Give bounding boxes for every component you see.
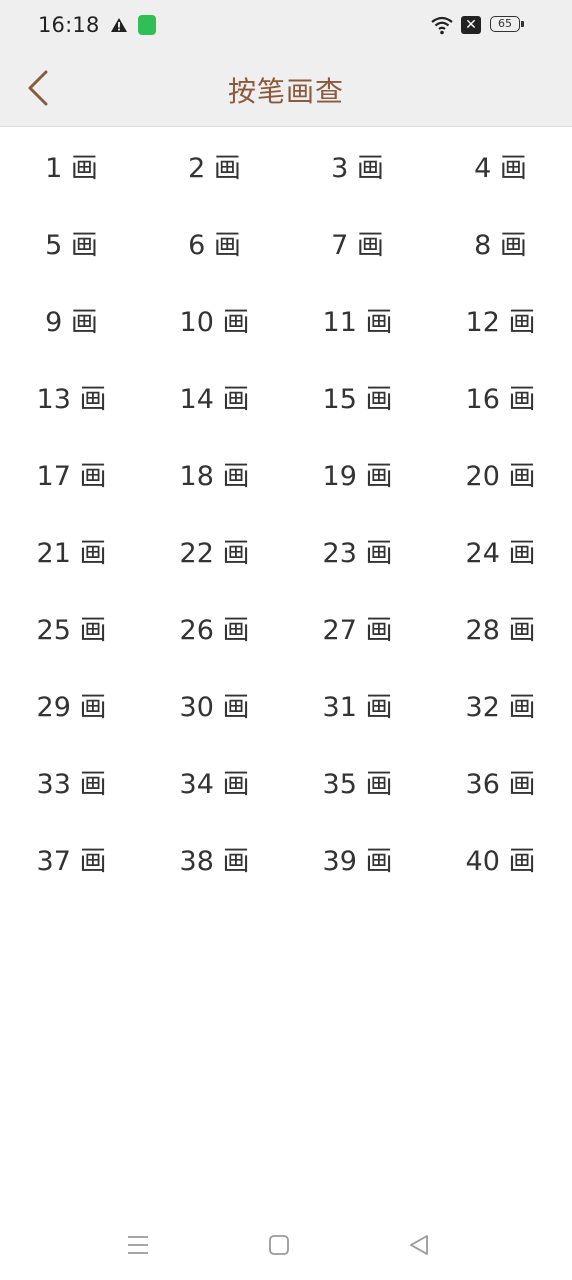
- stroke-item[interactable]: 27 画: [286, 589, 429, 666]
- header-bar: 按笔画查: [0, 52, 572, 127]
- grid-row: 13 画 14 画 15 画 16 画: [0, 358, 572, 435]
- stroke-item[interactable]: 29 画: [0, 666, 143, 743]
- stroke-item[interactable]: 19 画: [286, 435, 429, 512]
- stroke-item[interactable]: 31 画: [286, 666, 429, 743]
- grid-row: 17 画 18 画 19 画 20 画: [0, 435, 572, 512]
- stroke-item[interactable]: 17 画: [0, 435, 143, 512]
- grid-row: 37 画 38 画 39 画 40 画: [0, 820, 572, 897]
- stroke-item[interactable]: 37 画: [0, 820, 143, 897]
- grid-row: 25 画 26 画 27 画 28 画: [0, 589, 572, 666]
- grid-row: 21 画 22 画 23 画 24 画: [0, 512, 572, 589]
- stroke-item[interactable]: 15 画: [286, 358, 429, 435]
- stroke-item[interactable]: 28 画: [429, 589, 572, 666]
- wifi-icon: [431, 16, 453, 35]
- battery-level: 65: [498, 17, 512, 30]
- status-bar: 16:18 ✕ 65: [0, 0, 572, 52]
- stroke-item[interactable]: 1 画: [0, 127, 143, 204]
- stroke-item[interactable]: 10 画: [143, 281, 286, 358]
- system-nav-bar: [0, 1210, 572, 1280]
- sim-card-icon: [138, 15, 156, 35]
- stroke-item[interactable]: 18 画: [143, 435, 286, 512]
- stroke-item[interactable]: 32 画: [429, 666, 572, 743]
- stroke-item[interactable]: 12 画: [429, 281, 572, 358]
- stroke-item[interactable]: 23 画: [286, 512, 429, 589]
- stroke-item[interactable]: 9 画: [0, 281, 143, 358]
- stroke-item[interactable]: 34 画: [143, 743, 286, 820]
- battery-icon: 65: [490, 16, 524, 32]
- grid-row: 33 画 34 画 35 画 36 画: [0, 743, 572, 820]
- stroke-item[interactable]: 2 画: [143, 127, 286, 204]
- stroke-item[interactable]: 3 画: [286, 127, 429, 204]
- stroke-item[interactable]: 7 画: [286, 204, 429, 281]
- menu-icon[interactable]: [125, 1232, 151, 1258]
- stroke-item[interactable]: 8 画: [429, 204, 572, 281]
- stroke-item[interactable]: 36 画: [429, 743, 572, 820]
- stroke-item[interactable]: 39 画: [286, 820, 429, 897]
- stroke-item[interactable]: 11 画: [286, 281, 429, 358]
- stroke-item[interactable]: 24 画: [429, 512, 572, 589]
- stroke-item[interactable]: 14 画: [143, 358, 286, 435]
- grid-row: 29 画 30 画 31 画 32 画: [0, 666, 572, 743]
- no-sim-icon: ✕: [461, 16, 481, 34]
- stroke-item[interactable]: 16 画: [429, 358, 572, 435]
- stroke-item[interactable]: 4 画: [429, 127, 572, 204]
- warning-icon: [111, 18, 127, 32]
- stroke-item[interactable]: 5 画: [0, 204, 143, 281]
- stroke-item[interactable]: 13 画: [0, 358, 143, 435]
- grid-row: 1 画 2 画 3 画 4 画: [0, 127, 572, 204]
- back-triangle-icon[interactable]: [406, 1232, 432, 1258]
- stroke-item[interactable]: 35 画: [286, 743, 429, 820]
- grid-row: 9 画 10 画 11 画 12 画: [0, 281, 572, 358]
- stroke-item[interactable]: 25 画: [0, 589, 143, 666]
- stroke-item[interactable]: 33 画: [0, 743, 143, 820]
- stroke-item[interactable]: 26 画: [143, 589, 286, 666]
- stroke-item[interactable]: 38 画: [143, 820, 286, 897]
- stroke-item[interactable]: 30 画: [143, 666, 286, 743]
- stroke-item[interactable]: 40 画: [429, 820, 572, 897]
- stroke-item[interactable]: 22 画: [143, 512, 286, 589]
- stroke-item[interactable]: 20 画: [429, 435, 572, 512]
- stroke-grid: 1 画 2 画 3 画 4 画 5 画 6 画 7 画 8 画 9 画 10 画…: [0, 127, 572, 897]
- status-time: 16:18: [38, 13, 100, 37]
- stroke-item[interactable]: 21 画: [0, 512, 143, 589]
- page-title: 按笔画查: [227, 75, 344, 108]
- home-icon[interactable]: [266, 1232, 292, 1258]
- grid-row: 5 画 6 画 7 画 8 画: [0, 204, 572, 281]
- stroke-item[interactable]: 6 画: [143, 204, 286, 281]
